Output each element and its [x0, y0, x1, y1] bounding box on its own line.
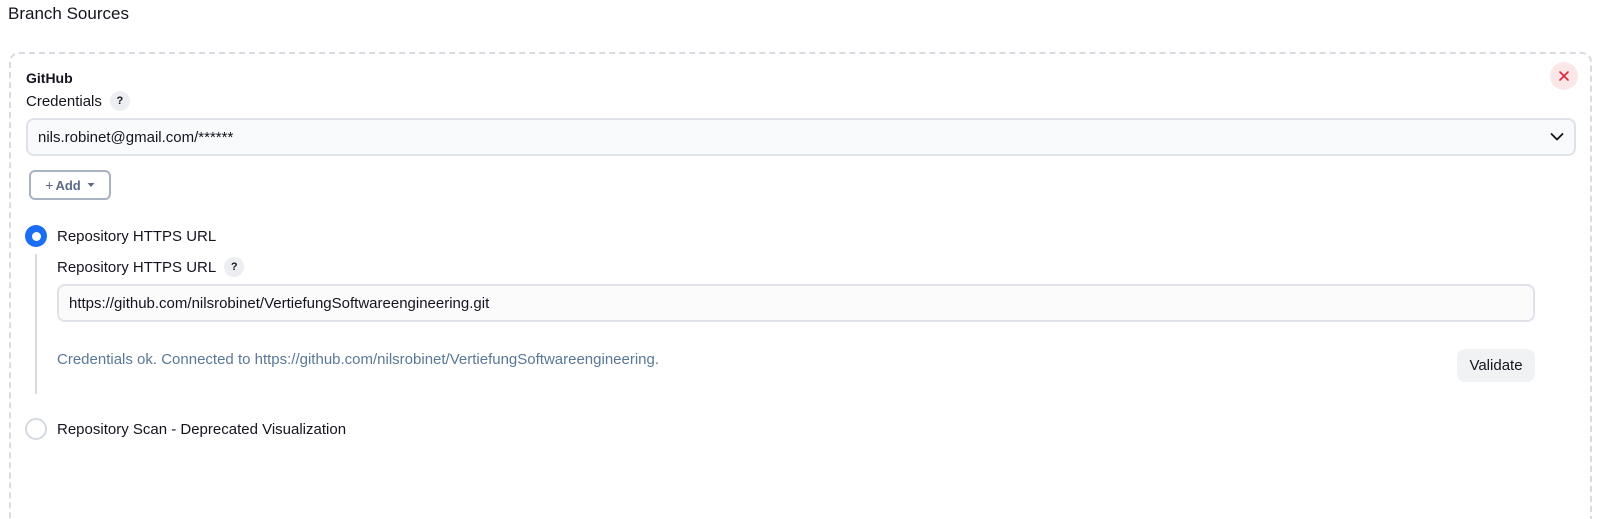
chevron-down-icon — [1550, 133, 1564, 141]
validation-status-message: Credentials ok. Connected to https://git… — [57, 351, 660, 368]
radio-repository-scan-label: Repository Scan - Deprecated Visualizati… — [57, 420, 347, 438]
credentials-label: Credentials — [26, 92, 102, 110]
repo-url-help-button[interactable]: ? — [224, 257, 245, 277]
credentials-label-row: Credentials ? — [26, 91, 130, 111]
credentials-help-button[interactable]: ? — [109, 91, 130, 111]
add-button-label: Add — [55, 177, 81, 193]
radio-unchecked-icon — [25, 418, 47, 440]
repo-url-label: Repository HTTPS URL — [57, 258, 217, 276]
section-title: Branch Sources — [8, 4, 129, 23]
delete-source-button[interactable] — [1550, 62, 1578, 90]
plus-icon: + — [45, 177, 54, 193]
repo-url-input[interactable] — [57, 284, 1535, 322]
credentials-select[interactable]: nils.robinet@gmail.com/****** — [26, 118, 1576, 156]
credentials-selected-value: nils.robinet@gmail.com/****** — [38, 128, 234, 146]
validate-button[interactable]: Validate — [1457, 349, 1535, 382]
source-heading: GitHub — [26, 70, 73, 86]
radio-https-url[interactable]: Repository HTTPS URL — [25, 225, 216, 247]
nested-divider — [35, 254, 37, 394]
repo-url-label-row: Repository HTTPS URL ? — [57, 257, 245, 277]
caret-down-icon — [87, 183, 95, 187]
radio-https-url-label: Repository HTTPS URL — [57, 227, 217, 245]
close-icon — [1559, 71, 1569, 81]
branch-sources-page: Branch Sources GitHub Credentials ? nils… — [0, 0, 1603, 519]
add-credentials-button[interactable]: + Add — [29, 170, 111, 200]
radio-repository-scan[interactable]: Repository Scan - Deprecated Visualizati… — [25, 418, 346, 440]
radio-checked-icon — [25, 225, 47, 247]
